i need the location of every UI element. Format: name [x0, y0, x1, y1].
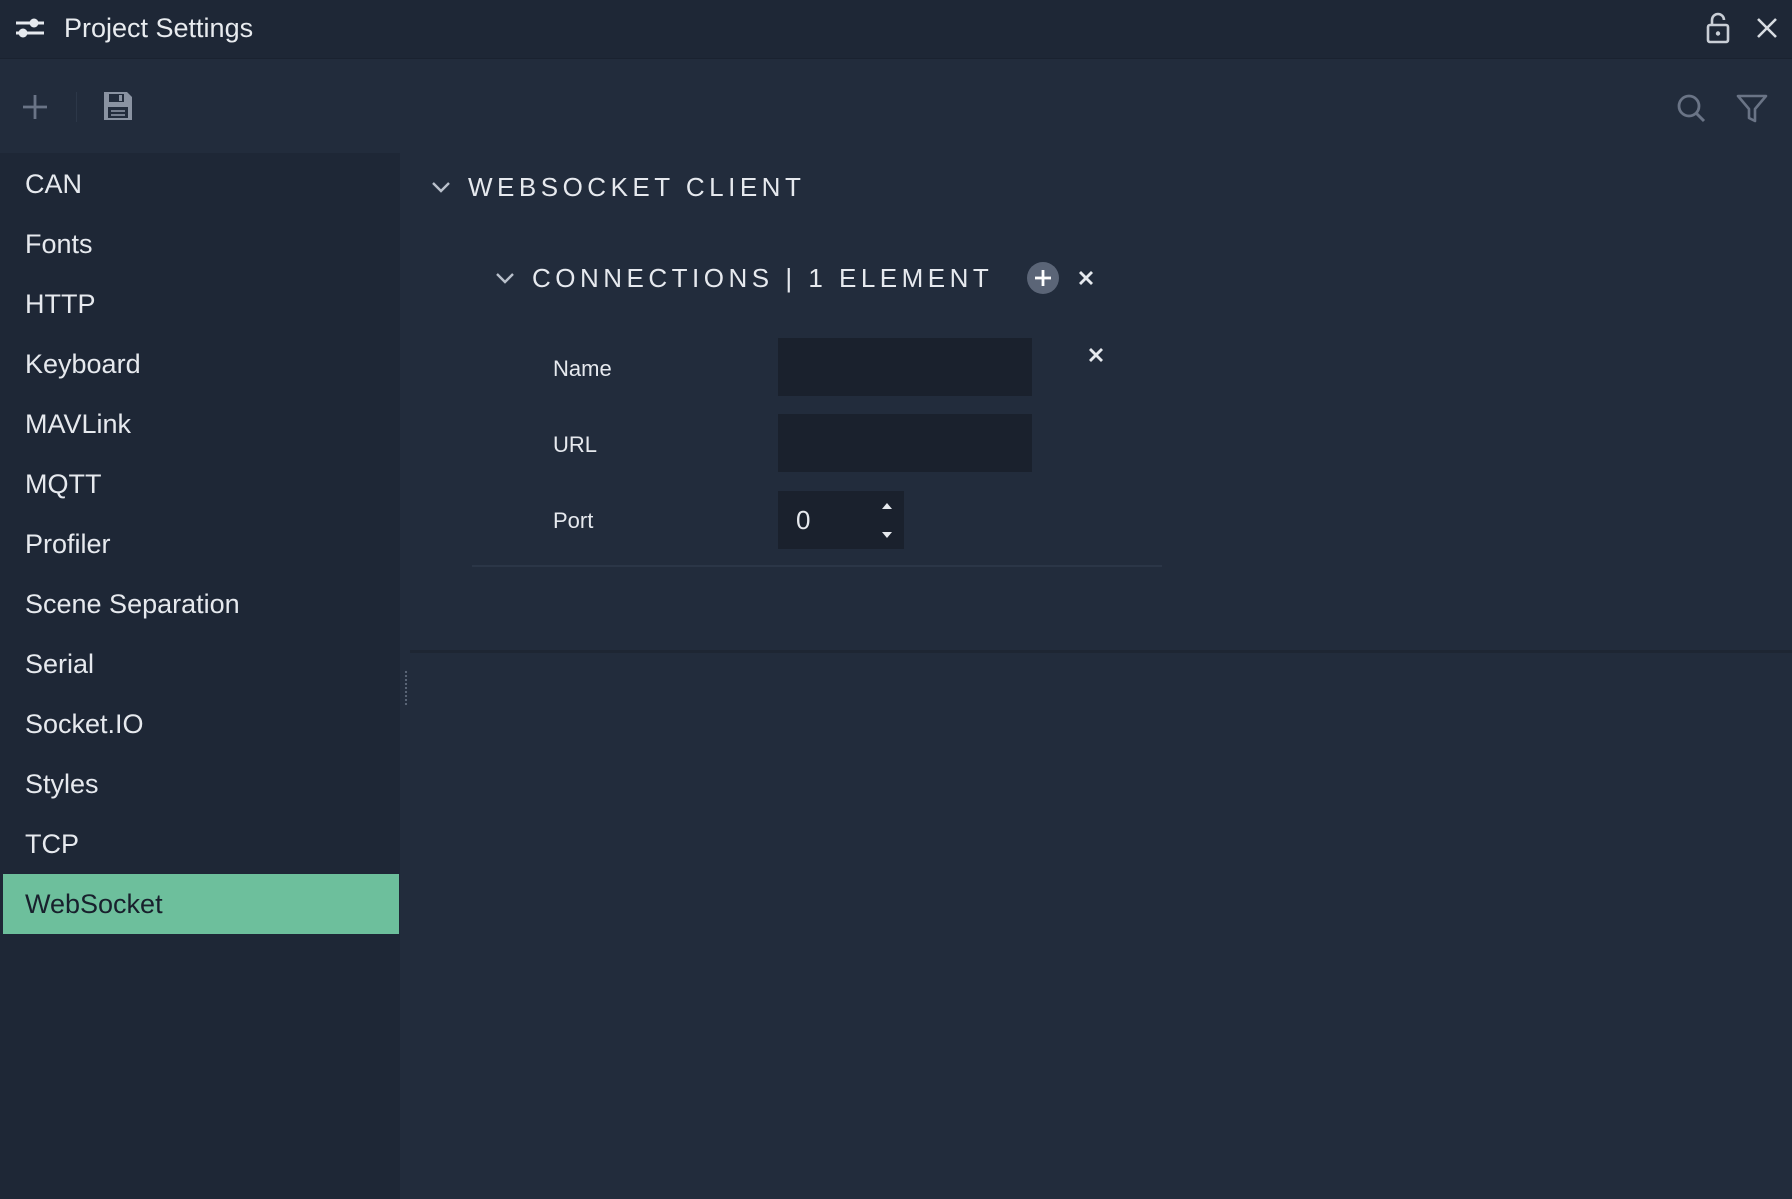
connections-collapse-toggle[interactable]: CONNECTIONS | 1 ELEMENT — [494, 263, 993, 294]
sidebar-item-scene-separation[interactable]: Scene Separation — [3, 574, 399, 634]
close-icon[interactable] — [1751, 12, 1783, 44]
add-button[interactable] — [18, 90, 52, 124]
sidebar-item-tcp[interactable]: TCP — [3, 814, 399, 874]
window-title: Project Settings — [64, 13, 254, 43]
caret-down-icon — [882, 531, 892, 538]
sidebar-item-http[interactable]: HTTP — [3, 274, 399, 334]
section-divider — [410, 650, 1792, 653]
sidebar-item-mavlink[interactable]: MAVLink — [3, 394, 399, 454]
settings-sliders-icon — [16, 18, 44, 38]
title-bar: Project Settings — [0, 0, 1792, 59]
name-field[interactable] — [778, 338, 1032, 396]
name-label: Name — [553, 356, 612, 381]
search-icon[interactable] — [1673, 90, 1709, 126]
sidebar-item-socketio[interactable]: Socket.IO — [3, 694, 399, 754]
sidebar-item-fonts[interactable]: Fonts — [3, 214, 399, 274]
filter-icon[interactable] — [1734, 90, 1770, 126]
caret-up-icon — [882, 502, 892, 509]
chevron-down-icon — [496, 273, 514, 284]
settings-category-list: CAN Fonts HTTP Keyboard MAVLink MQTT Pro… — [0, 153, 400, 1199]
port-field[interactable] — [778, 491, 870, 549]
chevron-down-icon — [432, 182, 450, 193]
sidebar-item-keyboard[interactable]: Keyboard — [3, 334, 399, 394]
add-connection-button[interactable] — [1027, 262, 1060, 294]
sidebar-item-can[interactable]: CAN — [3, 154, 399, 214]
splitter-handle[interactable] — [404, 670, 408, 706]
websocket-client-section-header[interactable]: WEBSOCKET CLIENT — [430, 165, 805, 209]
port-decrement-button[interactable] — [870, 520, 904, 549]
port-spinner — [870, 491, 904, 549]
lock-icon[interactable] — [1703, 10, 1733, 46]
connections-divider — [472, 565, 1162, 567]
sidebar-item-profiler[interactable]: Profiler — [3, 514, 399, 574]
sidebar-item-serial[interactable]: Serial — [3, 634, 399, 694]
toolbar — [0, 60, 1792, 153]
settings-content: WEBSOCKET CLIENT CONNECTIONS | 1 ELEMENT — [410, 153, 1792, 1199]
connections-title: CONNECTIONS | 1 ELEMENT — [532, 262, 994, 293]
sidebar-item-styles[interactable]: Styles — [3, 754, 399, 814]
sidebar-item-mqtt[interactable]: MQTT — [3, 454, 399, 514]
remove-connection-button[interactable] — [1084, 343, 1108, 367]
port-label: Port — [553, 508, 594, 533]
clear-connections-button[interactable] — [1075, 267, 1097, 289]
sidebar-item-websocket[interactable]: WebSocket — [3, 874, 399, 934]
port-stepper — [778, 491, 904, 549]
project-settings-window: Project Settings CAN Fonts HTTP Keyboard… — [0, 0, 1792, 1199]
port-increment-button[interactable] — [870, 491, 904, 520]
save-button[interactable] — [100, 88, 136, 124]
plus-icon — [1035, 270, 1052, 286]
section-title: WEBSOCKET CLIENT — [468, 171, 806, 202]
toolbar-divider — [76, 92, 77, 122]
connections-header: CONNECTIONS | 1 ELEMENT — [494, 256, 1097, 300]
url-field[interactable] — [778, 414, 1032, 472]
url-label: URL — [553, 432, 598, 457]
